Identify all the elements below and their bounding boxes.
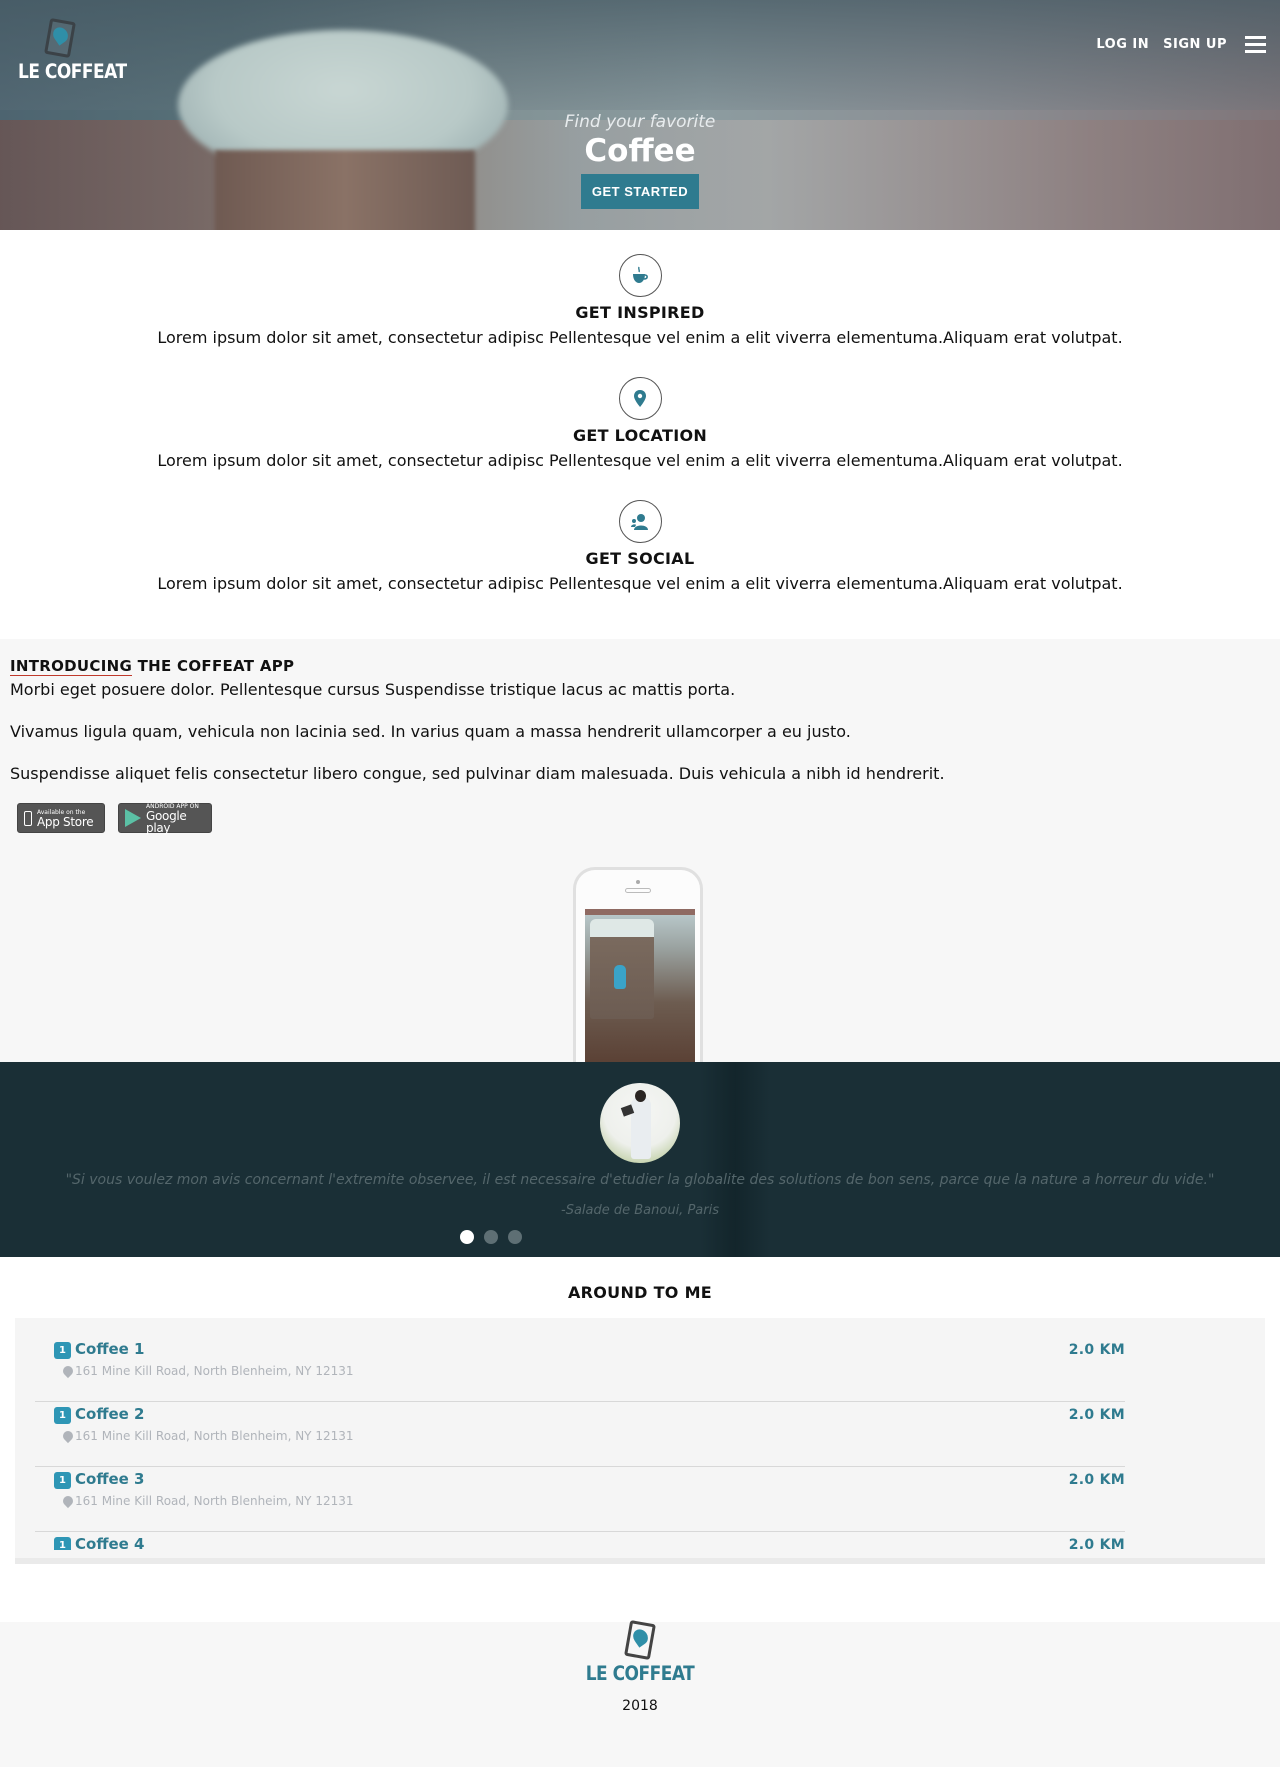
get-started-button[interactable]: GET STARTED [580,174,700,209]
coffee-distance: 2.0 KM [1068,1537,1125,1550]
feature-title: GET SOCIAL [585,549,695,568]
nearby-list[interactable]: 1 Coffee 1 2.0 KM 161 Mine Kill Road, No… [15,1318,1265,1564]
coffee-name[interactable]: Coffee 2 [75,1405,144,1423]
list-item[interactable]: 1 Coffee 1 2.0 KM 161 Mine Kill Road, No… [35,1318,1125,1402]
coffee-address: 161 Mine Kill Road, North Blenheim, NY 1… [75,1364,354,1378]
iphone-icon [24,810,32,826]
feature-social: GET SOCIAL Lorem ipsum dolor sit amet, c… [0,500,1280,623]
footer: LE COFFEAT 2018 [0,1620,1280,1767]
feature-text: Lorem ipsum dolor sit amet, consectetur … [157,328,1123,347]
coffee-address-row: 161 Mine Kill Road, North Blenheim, NY 1… [60,1428,354,1444]
testimonial-section: "Si vous voulez mon avis concernant l'ex… [0,1062,1280,1257]
top-nav: LOG IN SIGN UP [1096,36,1266,53]
intro-paragraph: Morbi eget posuere dolor. Pellentesque c… [10,680,736,699]
coffee-distance: 2.0 KM [1068,1407,1125,1423]
app-store-big-text: App Store [37,814,94,829]
coffee-name[interactable]: Coffee 1 [75,1340,144,1358]
footer-logo-tablet-icon [624,1620,656,1660]
google-play-icon [125,809,141,827]
testimonial-author: -Salade de Banoui, Paris [561,1203,719,1218]
carousel-dot-2[interactable] [484,1230,498,1244]
app-intro-section: INTRODUCING THE COFFEAT APP Morbi eget p… [0,639,1280,1062]
google-play-big-text: Google play [146,808,187,835]
nearby-title: AROUND TO ME [567,1283,713,1302]
feature-title: GET LOCATION [572,426,708,445]
feature-text: Lorem ipsum dolor sit amet, consectetur … [157,451,1123,470]
logo-tablet-icon [44,18,76,58]
nearby-list-scroll[interactable]: 1 Coffee 1 2.0 KM 161 Mine Kill Road, No… [35,1318,1125,1550]
coffee-address: 161 Mine Kill Road, North Blenheim, NY 1… [75,1429,354,1443]
phone-screen [585,909,695,1062]
footer-brand-name: LE COFFEAT [585,1662,695,1686]
nearby-section: AROUND TO ME 1 Coffee 1 2.0 KM 161 Mine … [0,1257,1280,1592]
map-pin-icon [60,1493,76,1509]
coffee-distance: 2.0 KM [1068,1472,1125,1488]
intro-heading-underlined: INTRODUCING [10,657,133,676]
map-pin-icon [60,1428,76,1444]
coffee-name[interactable]: Coffee 4 [75,1535,144,1550]
intro-paragraph: Suspendisse aliquet felis consectetur li… [10,764,945,783]
hero-section: LE COFFEAT LOG IN SIGN UP Find your favo… [0,0,1280,230]
signup-link[interactable]: SIGN UP [1163,37,1227,52]
rank-badge: 1 [54,1342,71,1359]
hamburger-menu-icon[interactable] [1245,36,1266,53]
intro-paragraph: Vivamus ligula quam, vehicula non lacini… [10,722,851,741]
feature-inspired: GET INSPIRED Lorem ipsum dolor sit amet,… [0,254,1280,377]
brand-name: LE COFFEAT [18,60,127,84]
testimonial-avatar [600,1083,680,1163]
coffee-distance: 2.0 KM [1068,1342,1125,1358]
features-section: GET INSPIRED Lorem ipsum dolor sit amet,… [0,230,1280,639]
hero-title: Coffee [584,133,696,169]
intro-heading-rest: THE COFFEAT APP [132,657,295,675]
feature-text: Lorem ipsum dolor sit amet, consectetur … [157,574,1123,593]
list-item[interactable]: 1 Coffee 3 2.0 KM 161 Mine Kill Road, No… [35,1467,1125,1532]
carousel-dot-1[interactable] [460,1230,474,1244]
carousel-indicators [460,1230,522,1244]
coffee-name[interactable]: Coffee 3 [75,1470,144,1488]
testimonial-quote: "Si vous voulez mon avis concernant l'ex… [65,1172,1215,1188]
eiffel-tower-background [700,1062,770,1257]
blue-bottle-logo [614,965,626,989]
phone-speaker [625,888,651,893]
footer-year: 2018 [622,1698,658,1714]
map-pin-icon [618,377,662,420]
map-pin-icon [60,1363,76,1379]
coffee-address: 161 Mine Kill Road, North Blenheim, NY 1… [75,1494,354,1508]
store-badges: Available on the App Store ANDROID APP O… [17,803,1270,835]
users-icon [618,500,662,543]
rank-badge: 1 [54,1537,71,1550]
rank-badge: 1 [54,1472,71,1489]
phone-camera [636,880,640,884]
hero-subtitle: Find your favorite [564,112,716,132]
google-play-badge[interactable]: ANDROID APP ON Google play [118,803,212,835]
coffee-cup-icon [618,254,662,297]
carousel-dot-3[interactable] [508,1230,522,1244]
app-store-badge[interactable]: Available on the App Store [17,803,105,833]
phone-mockup-image [573,867,703,1062]
login-link[interactable]: LOG IN [1096,37,1149,52]
list-item[interactable]: 1 Coffee 4 2.0 KM [35,1532,1125,1550]
hero-content: Find your favorite Coffee GET STARTED [0,112,1280,209]
feature-location: GET LOCATION Lorem ipsum dolor sit amet,… [0,377,1280,500]
coffee-address-row: 161 Mine Kill Road, North Blenheim, NY 1… [60,1363,354,1379]
feature-title: GET INSPIRED [575,303,705,322]
list-item[interactable]: 1 Coffee 2 2.0 KM 161 Mine Kill Road, No… [35,1402,1125,1467]
coffee-address-row: 161 Mine Kill Road, North Blenheim, NY 1… [60,1493,354,1509]
rank-badge: 1 [54,1407,71,1424]
brand-logo[interactable]: LE COFFEAT [18,18,127,84]
intro-heading: INTRODUCING THE COFFEAT APP [10,657,1270,676]
